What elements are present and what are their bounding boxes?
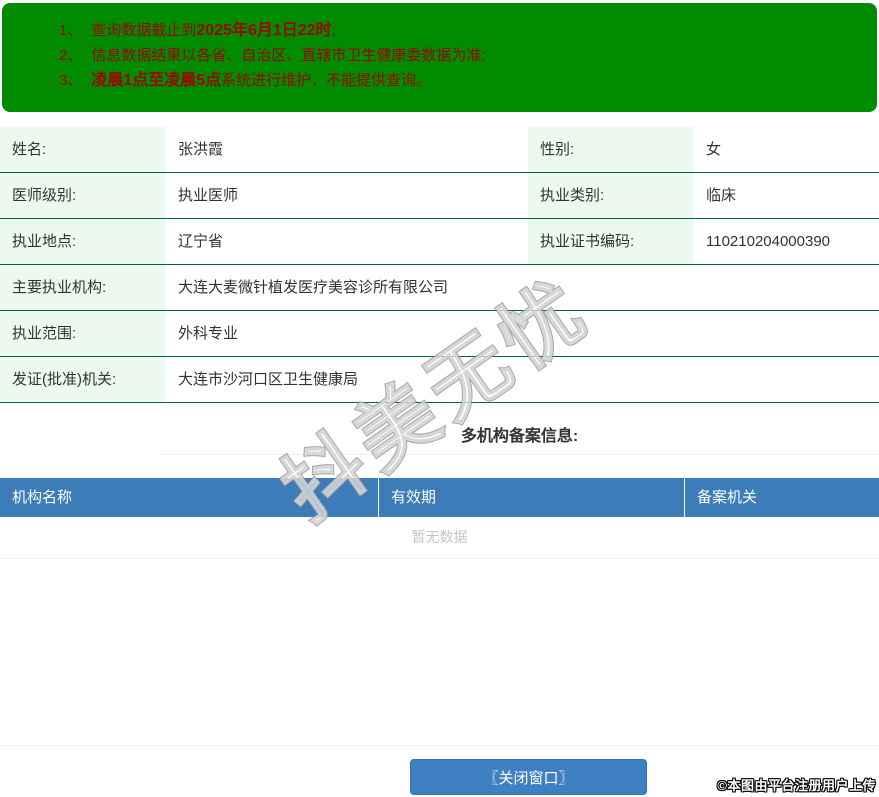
notice-text: ; <box>331 22 336 39</box>
info-label: 医师级别: <box>0 173 165 218</box>
notice-text: 2025年6月1日22时 <box>196 22 332 39</box>
info-label: 执业类别: <box>528 173 693 218</box>
info-value: 女 <box>706 141 722 158</box>
record-column-header: 机构名称 <box>12 489 73 506</box>
info-label: 性别: <box>528 127 693 172</box>
info-label: 执业范围: <box>0 311 165 356</box>
notice-number: 3、 <box>59 72 83 89</box>
info-row: 主要执业机构: 大连大麦微针植发医疗美容诊所有限公司 <box>0 265 879 311</box>
page: 1、 查询数据截止到2025年6月1日22时; 2、 信息数据结果以各省、自治区、直辖… <box>0 3 879 795</box>
multi-org-section: 多机构备案信息: <box>160 403 879 455</box>
info-row: 医师级别: 执业医师 执业类别: 临床 <box>0 173 879 219</box>
record-column-header: 备案机关 <box>684 478 879 517</box>
info-label: 主要执业机构: <box>0 265 165 310</box>
info-row: 姓名: 张洪霞 性别: 女 <box>0 127 879 173</box>
record-table-header: 机构名称 有效期 备案机关 <box>0 478 879 517</box>
notice-list: 1、 查询数据截止到2025年6月1日22时; 2、 信息数据结果以各省、自治区、直辖… <box>59 18 857 93</box>
copyright-note: ©本图由平台注册用户上传 <box>717 778 876 793</box>
info-label: 执业地点: <box>0 219 165 264</box>
notice-text: 信息数据结果以各省、自治区、直辖市卫生健康委数据为准; <box>91 47 486 64</box>
info-value: 辽宁省 <box>178 233 224 250</box>
button-row: 〖关闭窗口〗 <box>410 759 647 795</box>
record-column-header: 有效期 <box>378 478 684 517</box>
record-table-empty-text: 暂无数据 <box>0 517 879 559</box>
info-row: 执业地点: 辽宁省 执业证书编码: 110210204000390 <box>0 219 879 265</box>
footer-divider <box>0 745 879 746</box>
doctor-info-table: 姓名: 张洪霞 性别: 女医师级别: 执业医师 执业类别: 临床执业地点: 辽宁省 执业证书编码… <box>0 127 879 403</box>
info-value: 大连大麦微针植发医疗美容诊所有限公司 <box>178 279 449 296</box>
info-row: 执业范围: 外科专业 <box>0 311 879 357</box>
record-table: 机构名称 有效期 备案机关 暂无数据 <box>0 478 879 559</box>
notice-text: 系统进行维护，不能提供查询。 <box>221 72 432 89</box>
info-value: 临床 <box>706 187 737 204</box>
info-value: 张洪霞 <box>178 141 224 158</box>
notice-text: 凌晨1点至凌晨5点 <box>91 72 222 89</box>
info-value: 执业医师 <box>178 187 239 204</box>
notice-number: 2、 <box>59 47 83 64</box>
info-label: 姓名: <box>0 127 165 172</box>
close-window-button[interactable]: 〖关闭窗口〗 <box>410 759 647 795</box>
notice-banner: 1、 查询数据截止到2025年6月1日22时; 2、 信息数据结果以各省、自治区、直辖… <box>2 3 877 112</box>
info-label: 执业证书编码: <box>528 219 693 264</box>
info-value: 外科专业 <box>178 325 239 342</box>
notice-line: 3、 凌晨1点至凌晨5点系统进行维护，不能提供查询。 <box>59 68 857 93</box>
notice-text: 查询数据截止到 <box>91 22 197 39</box>
notice-line: 1、 查询数据截止到2025年6月1日22时; <box>59 18 857 43</box>
notice-line: 2、 信息数据结果以各省、自治区、直辖市卫生健康委数据为准; <box>59 43 857 68</box>
info-value: 110210204000390 <box>706 233 831 250</box>
multi-org-heading: 多机构备案信息: <box>460 428 579 445</box>
info-row: 发证(批准)机关: 大连市沙河口区卫生健康局 <box>0 357 879 403</box>
info-value: 大连市沙河口区卫生健康局 <box>178 371 359 388</box>
info-label: 发证(批准)机关: <box>0 357 165 402</box>
notice-number: 1、 <box>59 22 83 39</box>
